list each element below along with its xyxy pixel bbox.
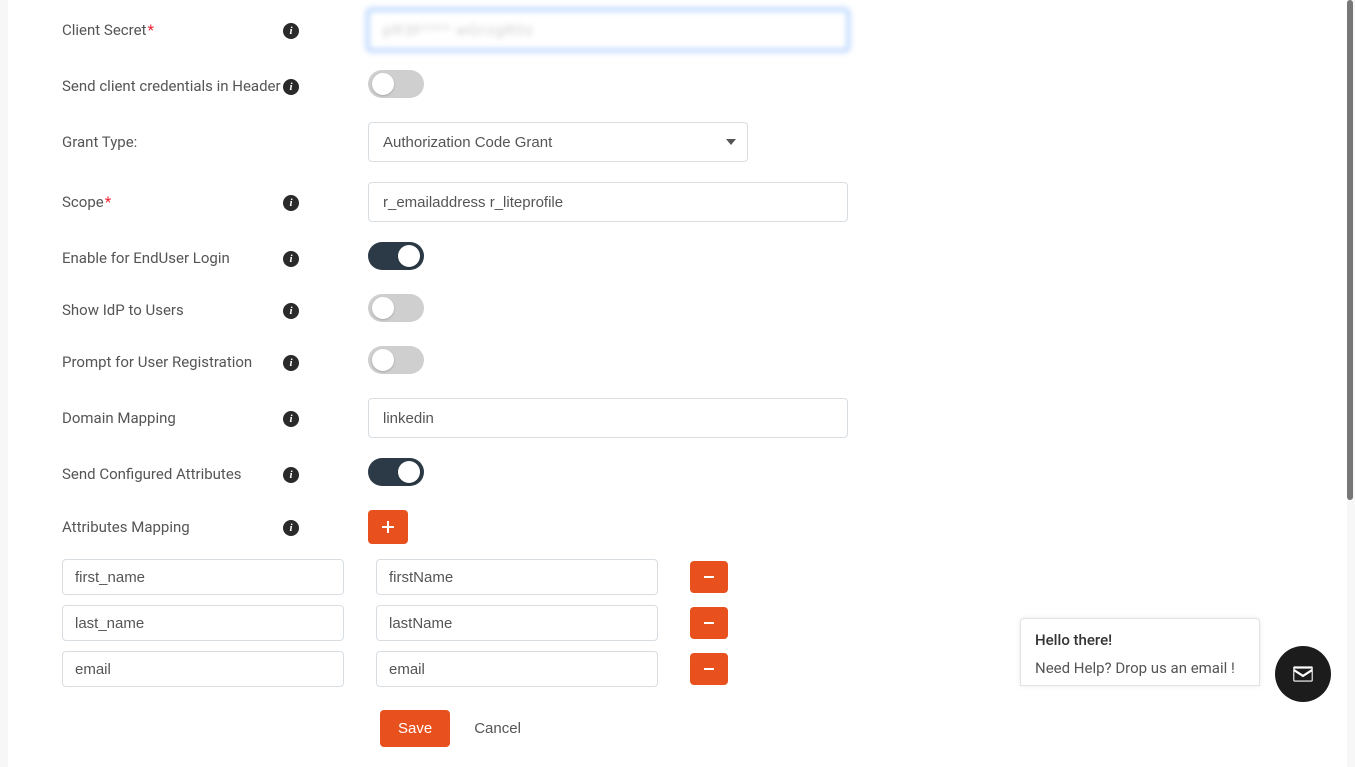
row-enable-enduser: Enable for EndUser Login i (8, 232, 1347, 284)
toggle-prompt-reg[interactable] (368, 346, 424, 374)
label-client-secret: Client Secret* (8, 21, 283, 39)
info-icon[interactable]: i (283, 251, 299, 267)
info-icon[interactable]: i (283, 411, 299, 427)
label-prompt-reg: Prompt for User Registration (8, 353, 283, 371)
info-icon[interactable]: i (283, 23, 299, 39)
mapping-remote-input[interactable] (376, 559, 658, 595)
mail-icon (1290, 661, 1316, 687)
info-icon[interactable]: i (283, 355, 299, 371)
toggle-show-idp[interactable] (368, 294, 424, 322)
mapping-local-input[interactable] (62, 559, 344, 595)
remove-mapping-button[interactable] (690, 653, 728, 685)
label-show-idp: Show IdP to Users (8, 301, 283, 319)
info-icon[interactable]: i (283, 467, 299, 483)
toggle-send-header[interactable] (368, 70, 424, 98)
row-client-secret: Client Secret* i (8, 0, 1347, 60)
row-send-header: Send client credentials in Header i (8, 60, 1347, 112)
domain-mapping-input[interactable] (368, 398, 848, 438)
grant-type-select[interactable]: Authorization Code Grant (368, 122, 748, 162)
label-scope: Scope* (8, 193, 283, 211)
save-button[interactable]: Save (380, 710, 450, 747)
minus-icon (702, 662, 716, 676)
mapping-row (8, 554, 1347, 600)
toggle-send-configured[interactable] (368, 458, 424, 486)
add-mapping-button[interactable] (368, 510, 408, 544)
minus-icon (702, 616, 716, 630)
mapping-local-input[interactable] (62, 651, 344, 687)
scrollbar-thumb[interactable] (1347, 0, 1353, 500)
chat-prompt: Need Help? Drop us an email ! (1035, 659, 1245, 677)
minus-icon (702, 570, 716, 584)
remove-mapping-button[interactable] (690, 607, 728, 639)
label-send-header: Send client credentials in Header (8, 77, 283, 95)
label-send-configured: Send Configured Attributes (8, 465, 283, 483)
label-attr-mapping: Attributes Mapping (8, 518, 283, 536)
mapping-local-input[interactable] (62, 605, 344, 641)
row-send-configured: Send Configured Attributes i (8, 448, 1347, 500)
row-show-idp: Show IdP to Users i (8, 284, 1347, 336)
row-grant-type: Grant Type: Authorization Code Grant (8, 112, 1347, 172)
actions: Save Cancel (8, 692, 1347, 747)
row-prompt-reg: Prompt for User Registration i (8, 336, 1347, 388)
toggle-enable-enduser[interactable] (368, 242, 424, 270)
mapping-remote-input[interactable] (376, 651, 658, 687)
client-secret-input[interactable] (368, 10, 848, 50)
remove-mapping-button[interactable] (690, 561, 728, 593)
info-icon[interactable]: i (283, 79, 299, 95)
mapping-remote-input[interactable] (376, 605, 658, 641)
plus-icon (380, 519, 396, 535)
info-icon[interactable]: i (283, 195, 299, 211)
chat-popup[interactable]: Hello there! Need Help? Drop us an email… (1020, 618, 1260, 686)
row-attr-mapping: Attributes Mapping i (8, 500, 1347, 554)
chat-greeting: Hello there! (1035, 631, 1245, 649)
cancel-button[interactable]: Cancel (468, 719, 527, 738)
label-domain-mapping: Domain Mapping (8, 409, 283, 427)
row-scope: Scope* i (8, 172, 1347, 232)
row-domain-mapping: Domain Mapping i (8, 388, 1347, 448)
info-icon[interactable]: i (283, 520, 299, 536)
info-icon[interactable]: i (283, 303, 299, 319)
label-grant-type: Grant Type: (8, 133, 283, 151)
scrollbar[interactable] (1347, 0, 1353, 767)
scope-input[interactable] (368, 182, 848, 222)
label-enable-enduser: Enable for EndUser Login (8, 249, 283, 267)
